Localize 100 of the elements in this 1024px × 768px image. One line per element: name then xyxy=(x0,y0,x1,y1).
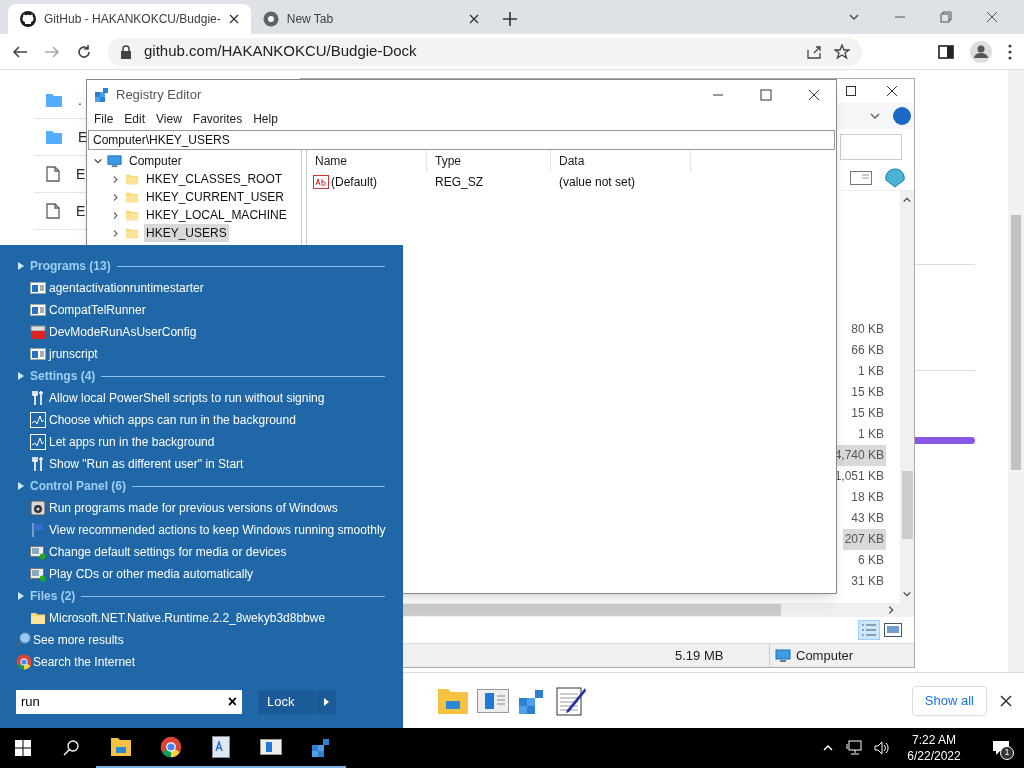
close-icon[interactable] xyxy=(886,85,898,97)
search-result-item[interactable]: Choose which apps can run in the background xyxy=(16,409,387,431)
notepad-icon[interactable] xyxy=(555,684,587,717)
tab-title: GitHub - HAKANKOKCU/Budgie- xyxy=(44,11,221,28)
clock-date[interactable]: 6/22/2022 xyxy=(907,748,961,764)
browser-tab[interactable]: New Tab xyxy=(250,4,491,34)
search-result-item[interactable]: CompatTelRunner xyxy=(16,299,387,321)
search-result-item[interactable]: Play CDs or other media automatically xyxy=(16,563,387,585)
search-result-item[interactable]: jrunscript xyxy=(16,343,387,365)
search-result-item[interactable]: Change default settings for media or devices xyxy=(16,541,387,563)
close-icon[interactable] xyxy=(808,88,820,101)
thumbnail-view-icon[interactable] xyxy=(884,623,902,637)
search-icon[interactable] xyxy=(63,740,79,756)
file-name[interactable]: E xyxy=(78,126,88,148)
preview-pane-icon[interactable] xyxy=(850,170,872,185)
show-all-button[interactable]: Show all xyxy=(911,685,987,716)
search-result-item[interactable]: Let apps run in the background xyxy=(16,431,387,453)
file-explorer-icon[interactable] xyxy=(110,737,132,757)
side-panel-icon[interactable] xyxy=(938,43,954,60)
menu-item[interactable]: Favorites xyxy=(192,110,243,128)
menu-item[interactable]: File xyxy=(94,110,114,128)
search-result-item[interactable]: Run programs made for previous versions of Windows xyxy=(16,497,387,519)
maximize-icon[interactable] xyxy=(846,86,856,96)
shell-icon[interactable] xyxy=(884,166,906,189)
search-result-item[interactable]: agentactivationruntimestarter xyxy=(16,277,387,299)
search-result-item[interactable]: Show "Run as different user" in Start xyxy=(16,453,387,475)
url-text: github.com/HAKANKOKCU/Budgie-Dock xyxy=(144,41,418,62)
tree-item[interactable]: HKEY_CLASSES_ROOT xyxy=(144,170,285,188)
close-icon[interactable] xyxy=(228,14,239,24)
restore-icon[interactable] xyxy=(940,11,952,23)
menu-item[interactable]: Help xyxy=(253,110,278,128)
window-icon xyxy=(30,280,46,296)
value-name: (Default) xyxy=(331,174,377,191)
search-result-item[interactable]: Microsoft.NET.Native.Runtime.2.2_8wekyb3d8bbwe xyxy=(16,607,387,629)
disc-drive-icon xyxy=(30,500,46,516)
category-header[interactable]: Files (2) xyxy=(30,587,76,605)
network-icon[interactable] xyxy=(846,740,862,756)
file-size: 6 KB xyxy=(857,552,885,569)
column-header[interactable]: Data xyxy=(551,150,691,172)
category-header[interactable]: Control Panel (6) xyxy=(30,477,126,495)
address-bar[interactable]: github.com/HAKANKOKCU/Budgie-Dock xyxy=(108,37,862,66)
search-link[interactable]: See more results xyxy=(16,629,387,651)
menu-item[interactable]: View xyxy=(156,110,182,128)
search-result-item[interactable]: DevModeRunAsUserConfig xyxy=(16,321,387,343)
close-icon[interactable] xyxy=(986,11,998,23)
power-options-button[interactable] xyxy=(316,690,336,714)
windows-start-icon[interactable] xyxy=(15,740,31,756)
clock-time[interactable]: 7:22 AM xyxy=(912,732,956,748)
menu-icon[interactable] xyxy=(1008,43,1012,60)
window-icon[interactable] xyxy=(260,739,282,755)
search-field[interactable]: run × xyxy=(16,690,242,714)
value-type: REG_SZ xyxy=(434,174,484,191)
expand-icon[interactable] xyxy=(18,482,24,490)
star-icon[interactable] xyxy=(834,43,850,60)
folder-icon xyxy=(30,610,46,626)
media-device-icon xyxy=(30,544,46,560)
column-header[interactable]: Type xyxy=(427,150,551,172)
registry-icon[interactable] xyxy=(311,737,331,757)
tree-item[interactable]: HKEY_USERS xyxy=(144,224,229,242)
category-header[interactable]: Programs (13) xyxy=(30,257,111,275)
file-name[interactable]: E xyxy=(76,163,86,185)
window-icon[interactable] xyxy=(477,688,509,713)
clear-button[interactable]: × xyxy=(227,694,237,710)
scroll-up-icon xyxy=(902,195,912,205)
back-icon[interactable] xyxy=(12,43,28,60)
lock-button[interactable]: Lock xyxy=(258,690,315,714)
volume-icon[interactable] xyxy=(874,740,890,756)
file-name[interactable]: E xyxy=(76,200,86,222)
address-field[interactable]: Computer\HKEY_USERS xyxy=(88,130,835,150)
close-icon[interactable] xyxy=(1000,694,1012,707)
font-viewer-icon[interactable] xyxy=(212,736,230,758)
search-field[interactable] xyxy=(840,134,902,160)
expand-icon[interactable] xyxy=(18,262,24,270)
column-header[interactable]: Name xyxy=(307,150,427,172)
lock-icon xyxy=(120,44,132,59)
category-header[interactable]: Settings (4) xyxy=(30,367,96,385)
result-label: agentactivationruntimestarter xyxy=(49,280,204,297)
file-size: 1 KB xyxy=(857,426,885,443)
tree-item[interactable]: HKEY_LOCAL_MACHINE xyxy=(144,206,289,224)
tree-item[interactable]: HKEY_CURRENT_USER xyxy=(144,188,287,206)
tools-icon xyxy=(30,456,46,472)
tab-title: New Tab xyxy=(286,11,335,28)
file-size: 1 KB xyxy=(857,363,885,380)
scroll-thumb[interactable] xyxy=(901,471,913,539)
new-tab-icon[interactable] xyxy=(502,12,517,26)
search-result-item[interactable]: View recommended actions to keep Windows running smoothly xyxy=(16,519,387,541)
menu-item[interactable]: Edit xyxy=(124,110,146,128)
help-icon[interactable] xyxy=(893,107,911,125)
tree-item[interactable]: Computer xyxy=(129,152,182,170)
file-name[interactable]: . xyxy=(78,89,82,111)
expand-icon[interactable] xyxy=(18,372,24,380)
search-result-item[interactable]: Allow local PowerShell scripts to run without signing xyxy=(16,387,387,409)
expand-icon[interactable] xyxy=(18,592,24,600)
file-size: 15 KB xyxy=(850,384,885,401)
browser-tab[interactable]: GitHub - HAKANKOKCU/Budgie- xyxy=(8,4,251,34)
close-icon[interactable] xyxy=(468,14,479,24)
reload-icon[interactable] xyxy=(76,43,92,60)
search-link[interactable]: Search the Internet xyxy=(16,651,387,673)
share-icon[interactable] xyxy=(806,43,822,60)
profile-icon[interactable] xyxy=(970,40,992,63)
